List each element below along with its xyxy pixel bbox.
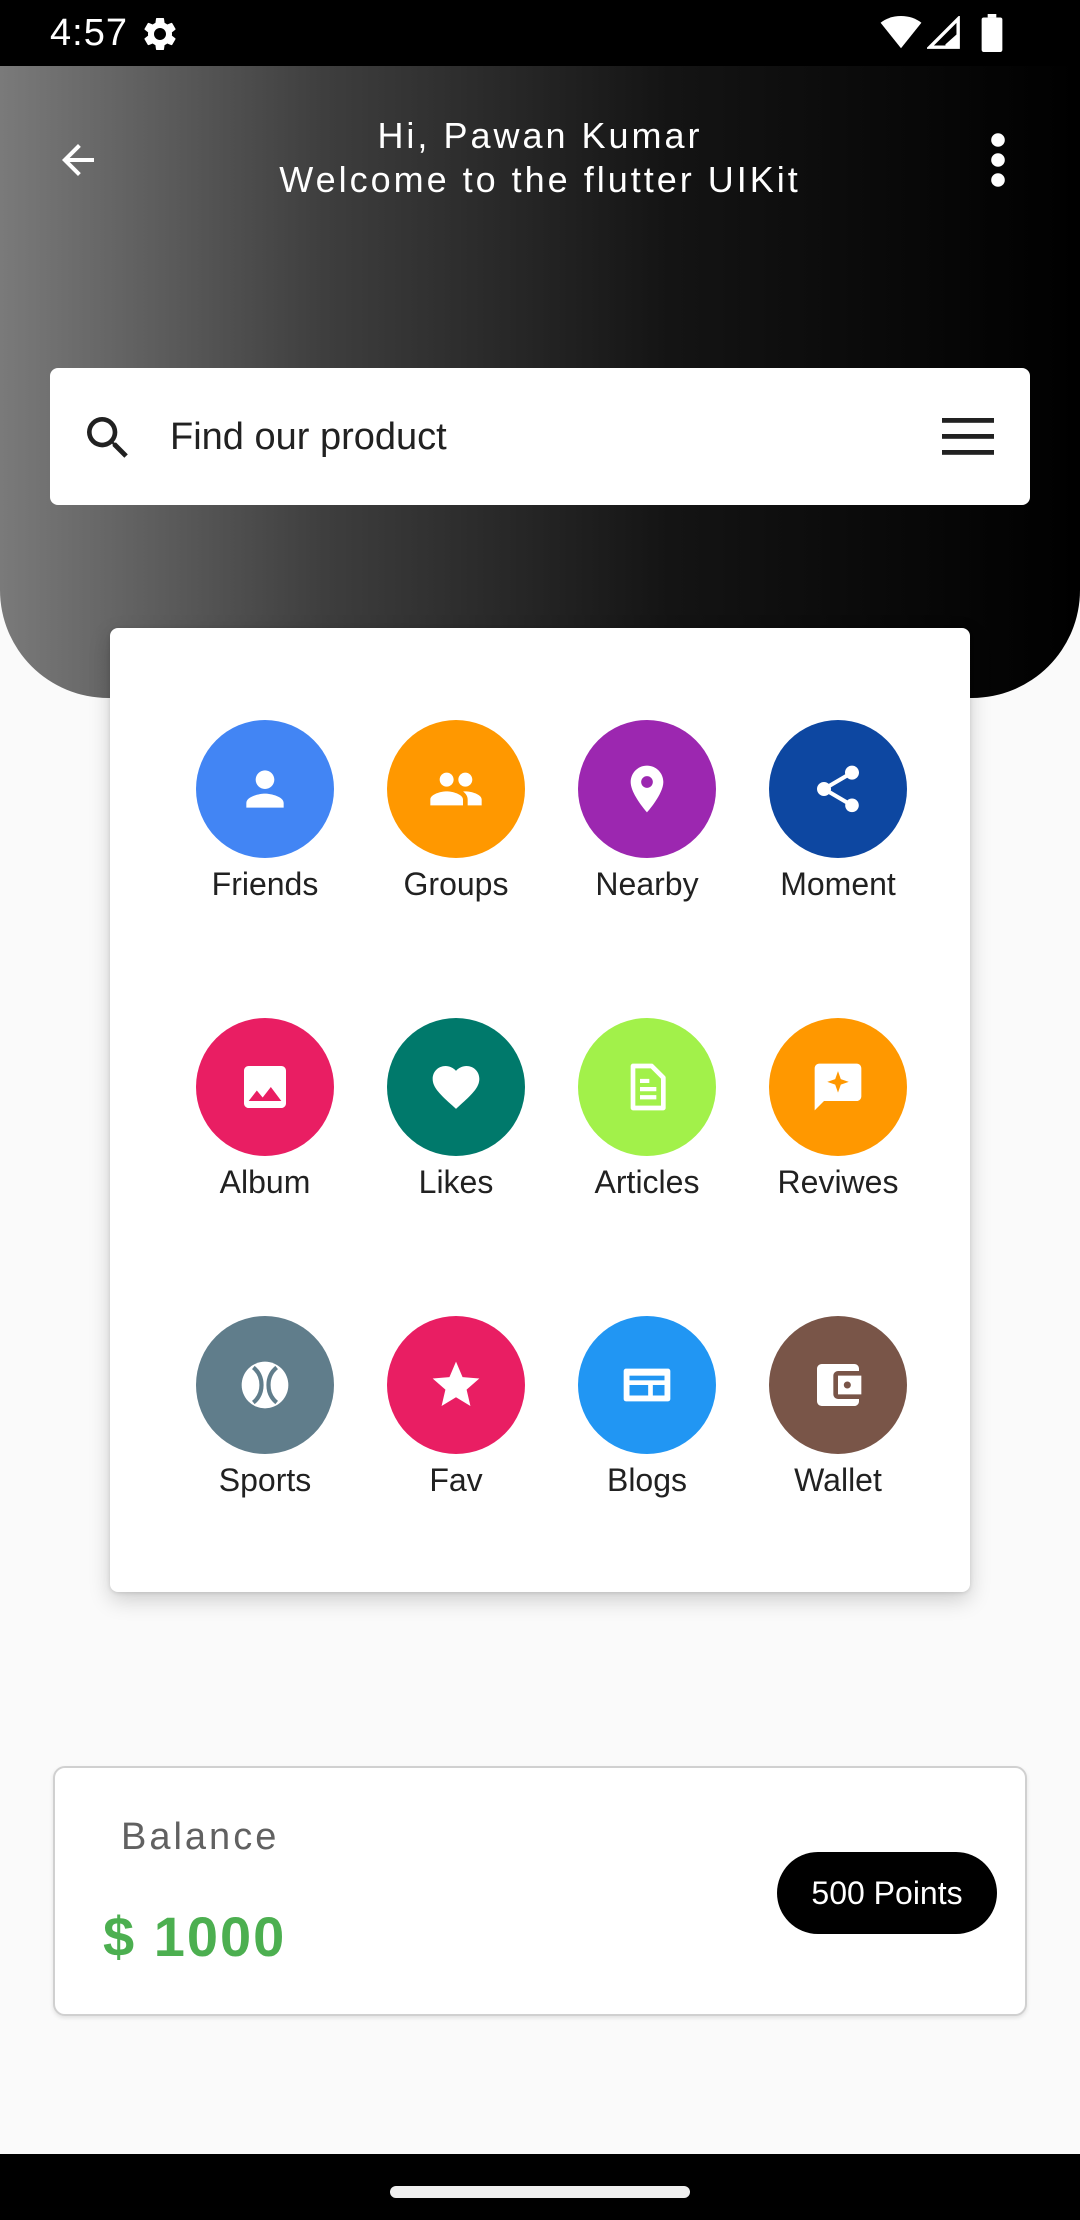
image-icon (244, 1066, 286, 1108)
feature-circle (196, 1316, 334, 1454)
star-icon (432, 1361, 480, 1406)
balance-amount: $ 1000 (103, 1905, 287, 1968)
feature-groups[interactable]: Groups (361, 720, 551, 920)
wallet-icon (817, 1364, 862, 1406)
feature-label: Sports (218, 1462, 312, 1498)
more-vert-icon[interactable] (982, 132, 1014, 188)
home-indicator[interactable] (390, 2186, 690, 2198)
feature-circle (387, 720, 525, 858)
feature-circle (769, 720, 907, 858)
feature-blogs[interactable]: Blogs (552, 1316, 742, 1516)
feature-label: Nearby (595, 866, 699, 902)
status-time: 4:57 (50, 12, 128, 54)
group-icon (430, 772, 482, 806)
feature-album[interactable]: Album (170, 1018, 360, 1218)
feature-label: Blogs (606, 1462, 688, 1498)
feature-label: Album (219, 1164, 311, 1200)
feature-circle (387, 1018, 525, 1156)
feature-label: Friends (211, 866, 319, 902)
feature-label: Groups (403, 866, 509, 902)
navigation-bar (0, 2154, 1080, 2220)
location-pin-icon (630, 765, 664, 813)
gear-icon (144, 17, 176, 50)
feature-circle (578, 1316, 716, 1454)
blog-icon (623, 1368, 671, 1402)
hamburger-icon[interactable] (942, 414, 994, 458)
feature-label: Fav (429, 1462, 483, 1498)
feature-label: Reviwes (777, 1164, 899, 1200)
search-icon[interactable] (80, 410, 136, 466)
points-button[interactable]: 500 Points (777, 1852, 997, 1934)
wifi-icon (880, 16, 922, 49)
feature-friends[interactable]: Friends (170, 720, 360, 920)
feature-wallet[interactable]: Wallet (743, 1316, 933, 1516)
feature-sports[interactable]: Sports (170, 1316, 360, 1516)
feature-moment[interactable]: Moment (743, 720, 933, 920)
feature-nearby[interactable]: Nearby (552, 720, 742, 920)
feature-circle (769, 1018, 907, 1156)
feature-label: Wallet (794, 1462, 882, 1498)
feature-circle (769, 1316, 907, 1454)
article-icon (630, 1063, 666, 1111)
share-icon (817, 765, 859, 813)
battery-icon (981, 14, 1003, 52)
signal-icon (927, 16, 960, 49)
heart-icon (432, 1066, 480, 1109)
feature-likes[interactable]: Likes (361, 1018, 551, 1218)
rate-review-icon (814, 1063, 862, 1111)
feature-label: Moment (780, 866, 896, 902)
person-icon (246, 770, 284, 808)
status-bar: 4:57 (0, 0, 1080, 66)
feature-circle (578, 720, 716, 858)
feature-circle (196, 720, 334, 858)
feature-label: Articles (594, 1164, 700, 1200)
feature-circle (578, 1018, 716, 1156)
search-bar (50, 368, 1030, 505)
search-input[interactable] (170, 402, 930, 472)
feature-reviwes[interactable]: Reviwes (743, 1018, 933, 1218)
header-greeting: Hi, Pawan Kumar (377, 115, 703, 156)
balance-card: Balance $ 1000 500 Points (53, 1766, 1027, 2016)
feature-circle (387, 1316, 525, 1454)
features-card: Friends Groups Nearby Moment Album Likes… (110, 628, 970, 1592)
feature-articles[interactable]: Articles (552, 1018, 742, 1218)
balance-label: Balance (121, 1816, 280, 1858)
feature-circle (196, 1018, 334, 1156)
header: Hi, Pawan Kumar Welcome to the flutter U… (0, 66, 1080, 698)
feature-label: Likes (418, 1164, 494, 1200)
header-subtitle: Welcome to the flutter UIKit (279, 159, 801, 200)
sports-ball-icon (241, 1361, 289, 1409)
feature-fav[interactable]: Fav (361, 1316, 551, 1516)
